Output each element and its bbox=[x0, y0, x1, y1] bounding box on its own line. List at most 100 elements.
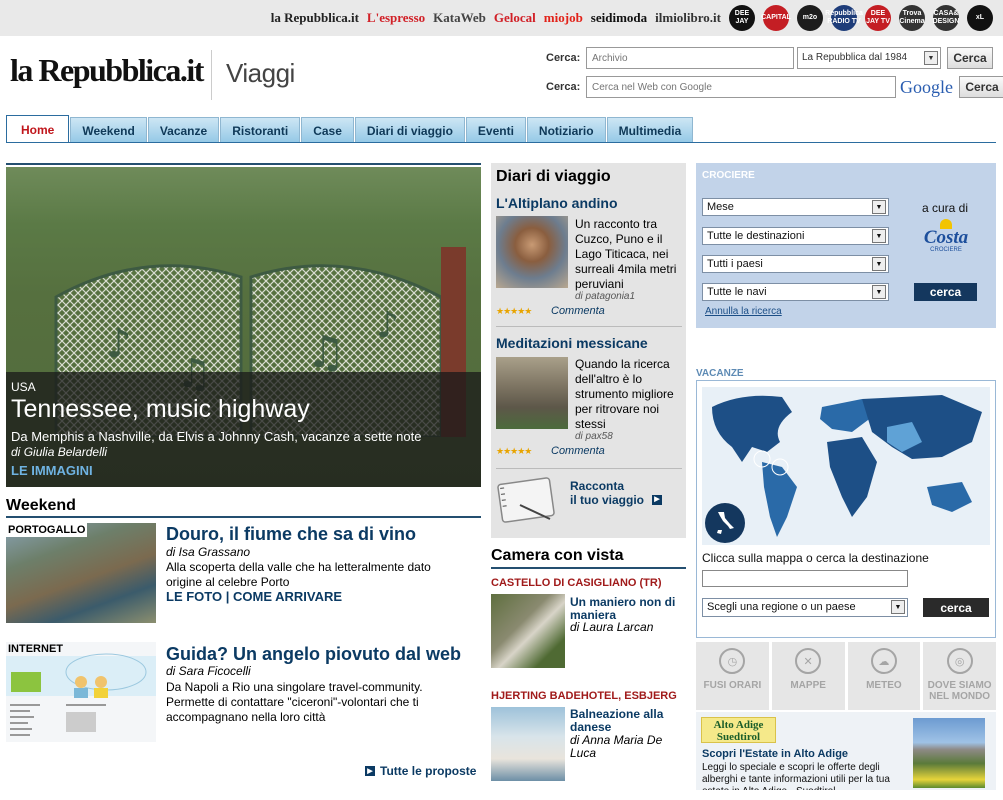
main-nav: Home Weekend Vacanze Ristoranti Case Diari di… bbox=[6, 115, 694, 143]
network-channel-link[interactable]: DEE JAY bbox=[729, 5, 755, 31]
photos-link[interactable]: LE FOTO bbox=[166, 589, 222, 604]
castle-photo[interactable] bbox=[491, 594, 565, 668]
story-title[interactable]: Guida? Un angelo piovuto dal web bbox=[166, 644, 461, 665]
reset-search-link[interactable]: Annulla la ricerca bbox=[705, 306, 782, 317]
tool-globe[interactable]: ◎ DOVE SIAMO NEL MONDO bbox=[923, 642, 996, 710]
hero-country: USA bbox=[11, 380, 36, 394]
tool-label: METEO bbox=[866, 680, 902, 691]
story-title[interactable]: Douro, il fiume che sa di vino bbox=[166, 524, 416, 545]
network-channel-link[interactable]: m2o bbox=[797, 5, 823, 31]
nav-tab-vacanze[interactable]: Vacanze bbox=[147, 117, 220, 143]
story-kicker: PORTOGALLO bbox=[6, 523, 88, 537]
nav-tab-weekend[interactable]: Weekend bbox=[70, 117, 147, 143]
network-channel-link[interactable]: xL bbox=[967, 5, 993, 31]
promo-text: Leggi lo speciale e scopri le offerte de… bbox=[702, 762, 890, 790]
holiday-search-button[interactable]: cerca bbox=[923, 598, 989, 617]
country-select[interactable]: Tutti i paesi ▼ bbox=[702, 255, 889, 273]
divider bbox=[496, 326, 682, 327]
search-label: Cerca: bbox=[546, 52, 581, 64]
chevron-down-icon: ▼ bbox=[872, 229, 886, 243]
tool-cloud[interactable]: ☁ METEO bbox=[847, 642, 921, 710]
nav-tab-case[interactable]: Case bbox=[301, 117, 354, 143]
diary-summary: Un racconto tra Cuzco, Puno e il Lago Ti… bbox=[575, 217, 677, 291]
nav-tab-home[interactable]: Home bbox=[6, 115, 70, 143]
hotel-title[interactable]: Balneazione alla danese bbox=[570, 708, 685, 734]
all-proposals-link[interactable]: ▶ Tutte le proposte bbox=[365, 764, 476, 778]
ship-select[interactable]: Tutte le navi ▼ bbox=[702, 283, 889, 301]
costa-brand: Costa bbox=[923, 227, 969, 248]
web-search-button[interactable]: Cerca bbox=[959, 76, 1003, 98]
hero-subtitle: Da Memphis a Nashville, da Elvis a Johnn… bbox=[11, 429, 422, 444]
network-channel-link[interactable]: Trova Cinema bbox=[899, 5, 925, 31]
dolomites-photo bbox=[913, 718, 985, 788]
guide-thumbnail[interactable]: INTERNET bbox=[6, 642, 156, 742]
andean-photo[interactable] bbox=[496, 216, 568, 288]
link-separator: | bbox=[225, 589, 230, 604]
story-links: LE FOTO | COME ARRIVARE bbox=[166, 589, 342, 604]
web-search-input[interactable] bbox=[586, 76, 896, 98]
chevron-down-icon: ▼ bbox=[872, 257, 886, 271]
share-trip-line2: il tuo viaggio bbox=[570, 493, 644, 507]
cloud-icon: ☁ bbox=[870, 648, 897, 674]
cruise-search-button[interactable]: cerca bbox=[914, 283, 977, 301]
network-channel-link[interactable]: DEE JAY TV bbox=[865, 5, 891, 31]
nav-tab-notiziario[interactable]: Notiziario bbox=[526, 117, 606, 143]
world-map[interactable] bbox=[702, 387, 990, 545]
diary-author: di pax58 bbox=[575, 431, 613, 442]
archive-select[interactable]: La Repubblica dal 1984 ▼ bbox=[797, 47, 941, 69]
share-trip-link[interactable]: Racconta il tuo viaggio ▶ bbox=[570, 479, 662, 507]
network-brand-link[interactable]: seidimoda bbox=[591, 10, 647, 26]
network-brand-link[interactable]: Gelocal bbox=[494, 10, 536, 26]
italy-shape bbox=[717, 512, 734, 534]
clock-icon: ◷ bbox=[719, 648, 746, 674]
destination-input[interactable] bbox=[702, 570, 908, 587]
comment-link[interactable]: Commenta bbox=[551, 445, 605, 457]
hero-images-link[interactable]: LE IMMAGINI bbox=[11, 463, 93, 478]
hero-story[interactable]: ♪ ♫ ♫ ♪ USA Tennessee, music highway Da … bbox=[6, 167, 481, 487]
network-brand-link[interactable]: L'espresso bbox=[367, 10, 425, 26]
alto-adige-promo[interactable]: Alto Adige Suedtirol Scopri l'Estate in … bbox=[696, 712, 996, 790]
network-brand-link[interactable]: la Repubblica.it bbox=[271, 10, 359, 26]
promo-title[interactable]: Scopri l'Estate in Alto Adige bbox=[702, 748, 848, 760]
italy-icon[interactable] bbox=[705, 503, 745, 543]
badge-line: Suedtirol bbox=[716, 731, 761, 743]
nav-tab-diari-di-viaggio[interactable]: Diari di viaggio bbox=[354, 117, 465, 143]
hero-title[interactable]: Tennessee, music highway bbox=[11, 395, 310, 424]
douro-thumbnail[interactable]: PORTOGALLO bbox=[6, 523, 156, 623]
network-brand-link[interactable]: miojob bbox=[544, 10, 583, 26]
archive-search-button[interactable]: Cerca bbox=[947, 47, 993, 69]
website-screenshot-image bbox=[6, 653, 156, 736]
month-select[interactable]: Mese ▼ bbox=[702, 198, 889, 216]
story-author: di Isa Grassano bbox=[166, 545, 251, 559]
network-channel-link[interactable]: CAPITAL bbox=[761, 5, 791, 31]
tool-clock[interactable]: ◷ FUSI ORARI bbox=[696, 642, 769, 710]
directions-link[interactable]: COME ARRIVARE bbox=[233, 589, 342, 604]
region-select-value: Scegli una regione o un paese bbox=[707, 601, 856, 613]
site-logo[interactable]: la Repubblica.it bbox=[10, 52, 204, 89]
nav-tab-ristoranti[interactable]: Ristoranti bbox=[220, 117, 301, 143]
beach-hotel-photo[interactable] bbox=[491, 707, 565, 781]
archive-search-input[interactable] bbox=[586, 47, 794, 69]
nav-tab-multimedia[interactable]: Multimedia bbox=[606, 117, 694, 143]
comment-link[interactable]: Commenta bbox=[551, 305, 605, 317]
diary-title[interactable]: Meditazioni messicane bbox=[496, 335, 648, 351]
tool-label: MAPPE bbox=[790, 680, 826, 691]
costa-logo: Costa CROCIERE bbox=[918, 219, 974, 261]
alto-adige-badge: Alto Adige Suedtirol bbox=[701, 717, 776, 743]
hotel-title[interactable]: Un maniero non di maniera bbox=[570, 596, 685, 622]
network-brand-link[interactable]: KataWeb bbox=[433, 10, 486, 26]
tool-map[interactable]: ✕ MAPPE bbox=[771, 642, 845, 710]
mexican-ruins-photo[interactable] bbox=[496, 357, 568, 429]
divider bbox=[496, 468, 682, 469]
network-channel-link[interactable]: Repubblica RADIO TV bbox=[825, 5, 863, 31]
diary-title[interactable]: L'Altiplano andino bbox=[496, 195, 618, 211]
region-select[interactable]: Scegli una regione o un paese ▼ bbox=[702, 598, 908, 617]
tool-label: FUSI ORARI bbox=[703, 680, 762, 691]
tool-label: DOVE SIAMO NEL MONDO bbox=[927, 680, 992, 702]
network-channel-link[interactable]: CASA& DESIGN bbox=[933, 5, 959, 31]
destination-select[interactable]: Tutte le destinazioni ▼ bbox=[702, 227, 889, 245]
diary-summary: Quando la ricerca dell'altro è lo strume… bbox=[575, 357, 674, 431]
share-trip-line1: Racconta bbox=[570, 479, 625, 493]
nav-tab-eventi[interactable]: Eventi bbox=[465, 117, 526, 143]
network-brand-link[interactable]: ilmiolibro.it bbox=[655, 10, 721, 26]
